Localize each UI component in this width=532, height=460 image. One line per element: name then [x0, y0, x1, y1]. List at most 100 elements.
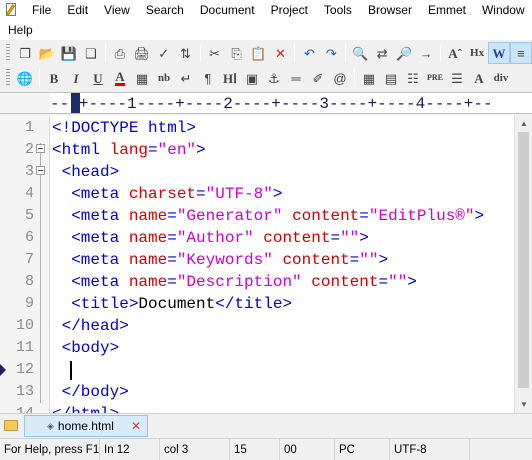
scrollbar-thumb[interactable]: [518, 132, 529, 388]
underline-button[interactable]: U: [87, 67, 109, 89]
code-text: </head>: [52, 315, 129, 337]
code-line[interactable]: 14 </html>: [0, 403, 514, 413]
at-button[interactable]: @: [329, 67, 351, 89]
directory-window-icon[interactable]: [4, 420, 18, 431]
print-preview-icon: ⎙: [114, 45, 125, 61]
open-folder-button[interactable]: 📂: [36, 42, 58, 64]
app-icon[interactable]: [4, 3, 18, 17]
code-line[interactable]: 4 <meta charset="UTF-8">: [0, 183, 514, 205]
form-button[interactable]: ▤: [380, 67, 402, 89]
menu-edit[interactable]: Edit: [59, 0, 96, 20]
code-editor[interactable]: 1 <!DOCTYPE html> 2 <html lang="en"> 3 <head…: [0, 115, 514, 413]
menu-document[interactable]: Document: [192, 0, 263, 20]
pre-button[interactable]: PRE: [424, 67, 446, 89]
code-token: >: [474, 207, 485, 225]
fold-toggle-icon[interactable]: [36, 144, 45, 153]
menu-emmet[interactable]: Emmet: [420, 0, 474, 20]
delete-button[interactable]: ✕: [269, 42, 291, 64]
list-button[interactable]: ☰: [446, 67, 468, 89]
code-line[interactable]: 9 <title>Document</title>: [0, 293, 514, 315]
save-button[interactable]: 💾: [58, 42, 80, 64]
bold-button[interactable]: B: [43, 67, 65, 89]
paste-button[interactable]: 📋: [248, 42, 270, 64]
comment-button[interactable]: ✐: [307, 67, 329, 89]
horizontal-rule-button[interactable]: ═: [285, 67, 307, 89]
find-button[interactable]: 🔍: [349, 42, 371, 64]
code-text: <meta charset="UTF-8">: [52, 183, 282, 205]
browser-preview-button[interactable]: 🌐: [14, 67, 36, 89]
menu-row: File Edit View Search Document Project Tools Br…: [0, 0, 532, 20]
html-color-button[interactable]: ▦: [131, 67, 153, 89]
print-preview-button[interactable]: ⎙: [109, 42, 131, 64]
code-token: content: [263, 229, 331, 247]
text-style-button[interactable]: A: [468, 67, 490, 89]
code-line[interactable]: 12: [0, 359, 514, 381]
paragraph-button[interactable]: ¶: [197, 67, 219, 89]
new-file-button[interactable]: ❐: [14, 42, 36, 64]
menu-search[interactable]: Search: [138, 0, 192, 20]
code-line[interactable]: 1 <!DOCTYPE html>: [0, 117, 514, 139]
code-token: >: [407, 273, 417, 291]
goto-button[interactable]: →: [415, 42, 437, 64]
code-token: content: [311, 273, 379, 291]
redo-button[interactable]: ↷: [320, 42, 342, 64]
menu-tools[interactable]: Tools: [316, 0, 360, 20]
fold-toggle-icon[interactable]: [36, 166, 45, 175]
hex-icon: Hx: [470, 46, 485, 59]
menu-file[interactable]: File: [24, 0, 59, 20]
menu-window[interactable]: Window: [474, 0, 532, 20]
table-button[interactable]: ▦: [358, 67, 380, 89]
cut-button[interactable]: ✂: [204, 42, 226, 64]
spellcheck-button[interactable]: ✓: [153, 42, 175, 64]
menu-view[interactable]: View: [96, 0, 138, 20]
copy-button[interactable]: ⎘: [226, 42, 248, 64]
document-tab[interactable]: ◈ home.html ✕: [24, 415, 148, 437]
scroll-down-arrow-icon[interactable]: ▼: [515, 396, 532, 413]
div-button[interactable]: div: [490, 67, 512, 89]
font-color-button[interactable]: A: [109, 67, 131, 89]
code-token: >: [196, 141, 206, 159]
status-line: In 12: [100, 439, 160, 460]
toolbar-grip[interactable]: [6, 69, 10, 87]
nbsp-button[interactable]: nb: [153, 67, 175, 89]
select-button[interactable]: ☷: [402, 67, 424, 89]
menu-project[interactable]: Project: [263, 0, 316, 20]
image-button[interactable]: ▣: [241, 67, 263, 89]
status-char-count: 15: [230, 439, 280, 460]
line-number: 13: [15, 383, 34, 400]
code-line[interactable]: 7 <meta name="Keywords" content="">: [0, 249, 514, 271]
undo-button[interactable]: ↶: [298, 42, 320, 64]
menu-help[interactable]: Help: [0, 20, 41, 40]
hex-button[interactable]: Hx: [466, 42, 488, 64]
scroll-up-arrow-icon[interactable]: ▲: [515, 115, 532, 132]
print-button[interactable]: 🖨: [131, 42, 153, 64]
close-tab-icon[interactable]: ✕: [131, 419, 141, 433]
code-line[interactable]: 8 <meta name="Description" content="">: [0, 271, 514, 293]
ruler-button[interactable]: ≡: [510, 42, 532, 64]
ftp-button[interactable]: ⇅: [175, 42, 197, 64]
code-token: <meta: [52, 251, 129, 269]
toolbar-grip[interactable]: [6, 44, 10, 62]
code-line[interactable]: 11 <body>: [0, 337, 514, 359]
code-token: name: [128, 273, 168, 291]
code-line[interactable]: 13 </body>: [0, 381, 514, 403]
code-line[interactable]: 2 <html lang="en">: [0, 139, 514, 161]
vertical-scrollbar[interactable]: ▲ ▼: [514, 115, 532, 413]
code-line[interactable]: 3 <head>: [0, 161, 514, 183]
line-break-button[interactable]: ↵: [175, 67, 197, 89]
code-line[interactable]: 5 <meta name="Generator" content="EditPl…: [0, 205, 514, 227]
menu-browser[interactable]: Browser: [360, 0, 420, 20]
code-token: =: [359, 207, 369, 225]
replace-button[interactable]: ⇄: [371, 42, 393, 64]
code-line[interactable]: 6 <meta name="Author" content="">: [0, 227, 514, 249]
heading-button[interactable]: HⅠ: [219, 67, 241, 89]
status-encoding[interactable]: UTF-8: [390, 439, 470, 460]
italic-button[interactable]: I: [65, 67, 87, 89]
status-line-ending[interactable]: PC: [335, 439, 390, 460]
anchor-button[interactable]: ⚓: [263, 67, 285, 89]
font-size-button[interactable]: Aˆ: [444, 42, 466, 64]
save-all-button[interactable]: ❑: [80, 42, 102, 64]
code-line[interactable]: 10 </head>: [0, 315, 514, 337]
word-wrap-button[interactable]: W: [488, 42, 510, 64]
find-in-files-button[interactable]: 🔎: [393, 42, 415, 64]
